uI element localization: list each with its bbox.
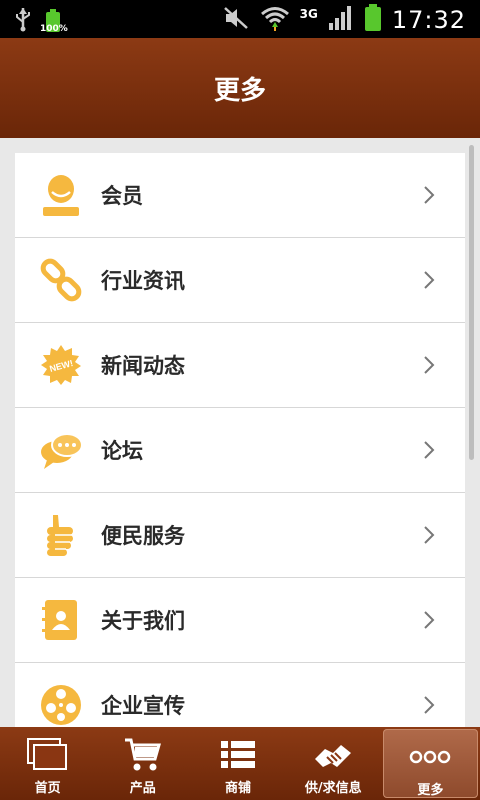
menu-item-label: 企业宣传 (101, 694, 185, 718)
tab-products[interactable]: 产品 (95, 727, 190, 800)
tab-label: 首页 (34, 781, 61, 796)
battery-percent-label: 100% (40, 24, 68, 34)
thumbs-up-icon (39, 513, 83, 557)
menu-item-label: 会员 (101, 184, 143, 208)
tab-home[interactable]: 首页 (0, 727, 95, 800)
list-scrollbar[interactable] (469, 145, 474, 460)
battery-full-icon: 100% (40, 8, 68, 34)
tab-shops[interactable]: 商铺 (190, 727, 285, 800)
chevron-right-icon (424, 186, 435, 204)
menu-item-label: 关于我们 (101, 609, 185, 633)
tab-label: 商铺 (225, 781, 252, 796)
menu-item-label: 便民服务 (101, 524, 185, 548)
mute-icon (222, 5, 250, 35)
wifi-icon (260, 5, 290, 35)
list-icon (220, 735, 256, 775)
menu-item-public-services[interactable]: 便民服务 (15, 493, 465, 578)
tab-supply-demand[interactable]: 供/求信息 (286, 727, 381, 800)
chevron-right-icon (424, 696, 435, 714)
film-reel-icon (39, 683, 83, 727)
network-type-label: 3G (299, 7, 318, 21)
tab-label: 产品 (129, 781, 156, 796)
menu-item-member[interactable]: 会员 (15, 153, 465, 238)
home-pages-icon (26, 735, 70, 775)
cart-icon (123, 735, 163, 775)
menu-list: 会员 行业资讯 NEW! 新闻动态 论坛 便民服务 关于我们 企业宣传 (15, 153, 465, 728)
page-title: 更多 (213, 75, 266, 106)
contact-card-icon (39, 598, 83, 642)
usb-icon (14, 6, 32, 36)
menu-item-industry-news[interactable]: 行业资讯 (15, 238, 465, 323)
menu-item-label: 论坛 (101, 439, 143, 463)
chevron-right-icon (424, 356, 435, 374)
chat-bubbles-icon (39, 428, 83, 472)
link-icon (39, 258, 83, 302)
chevron-right-icon (424, 611, 435, 629)
bottom-nav: 首页 产品 商铺 供/求信息 更多 (0, 727, 480, 800)
handshake-icon (313, 735, 353, 775)
new-badge-icon: NEW! (39, 343, 83, 387)
menu-item-about-us[interactable]: 关于我们 (15, 578, 465, 663)
tab-label: 更多 (417, 783, 444, 798)
more-dots-icon (408, 737, 452, 777)
battery-icon (364, 4, 382, 36)
menu-item-news[interactable]: NEW! 新闻动态 (15, 323, 465, 408)
menu-item-label: 行业资讯 (101, 269, 185, 293)
menu-item-label: 新闻动态 (101, 354, 185, 378)
tab-label: 供/求信息 (304, 781, 362, 796)
clock: 17:32 (391, 6, 466, 34)
header-bar: 更多 (0, 38, 480, 138)
chevron-right-icon (424, 271, 435, 289)
signal-icon (328, 5, 354, 35)
tab-more[interactable]: 更多 (382, 729, 479, 798)
menu-item-forum[interactable]: 论坛 (15, 408, 465, 493)
menu-item-company-promo[interactable]: 企业宣传 (15, 663, 465, 728)
status-bar: 100% 3G 17:32 (0, 0, 480, 38)
member-icon (39, 173, 83, 217)
chevron-right-icon (424, 441, 435, 459)
chevron-right-icon (424, 526, 435, 544)
